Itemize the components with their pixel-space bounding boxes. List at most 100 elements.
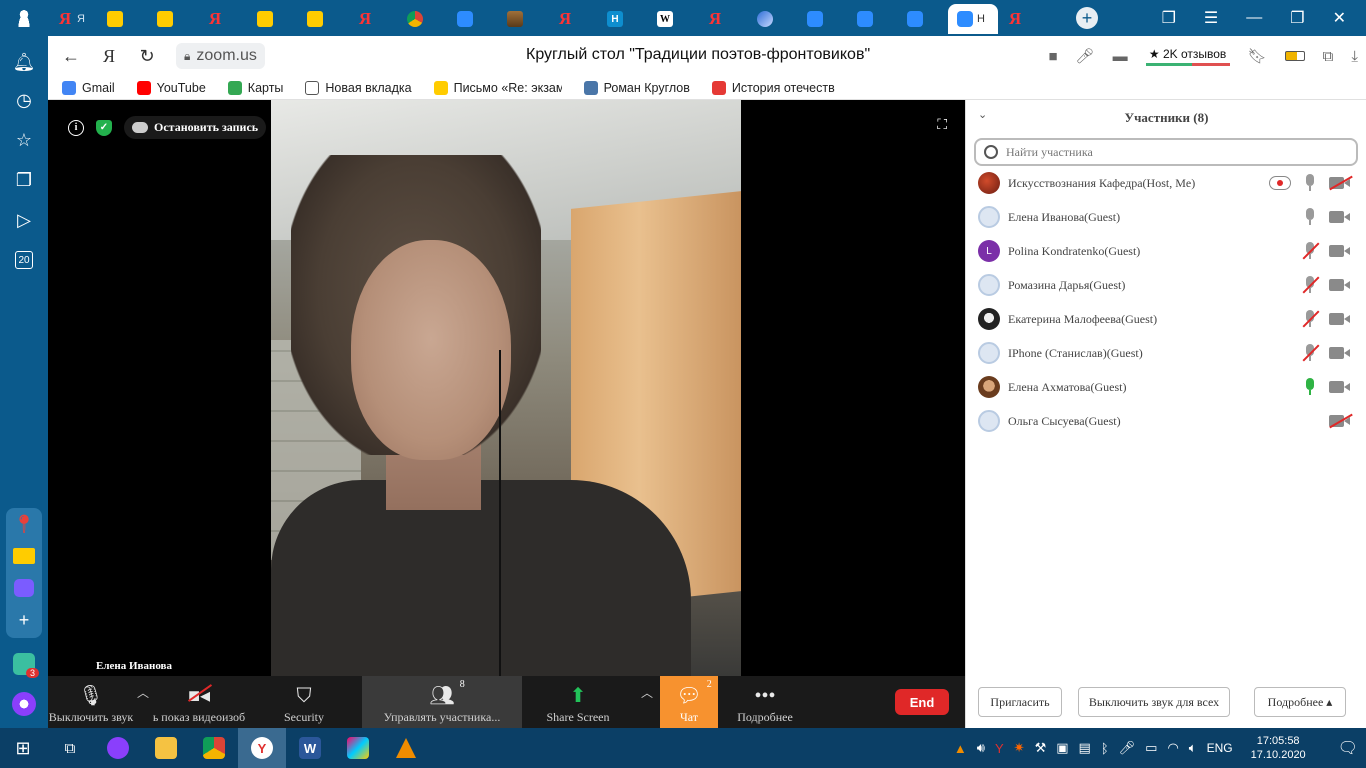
taskbar-vlc[interactable] [382,728,430,768]
mail-app-icon[interactable] [12,544,36,568]
notifications-icon[interactable]: 🗨︎ [1338,738,1358,758]
share-screen-button[interactable]: ⬆ Share Screen [522,676,634,728]
restore-button[interactable]: ❐ [1290,8,1304,28]
volume-tray-icon[interactable]: 🔊︎ [977,740,985,756]
bookmark-item[interactable]: YouTube [136,80,206,95]
participant-row[interactable]: Искусствознания Кафедра(Host, Me) [966,166,1366,200]
battery-tray-icon[interactable]: ▭ [1145,740,1157,756]
avast-tray-icon[interactable]: ✷ [1014,740,1025,756]
mute-button[interactable]: 🎙︎ Выключить звук [48,676,134,728]
share-options-caret[interactable]: ︿ [634,676,660,728]
clock[interactable]: 17:05:58 17.10.2020 [1251,734,1306,762]
browser-tab[interactable]: W [648,4,698,34]
browser-tab[interactable]: Я [348,4,398,34]
bookmark-item[interactable]: Письмо «Re: экзам [433,80,562,95]
browser-tab[interactable]: H [948,4,998,34]
bookmark-item[interactable]: Новая вкладка [305,80,412,95]
history-icon[interactable]: ◷ [12,88,36,112]
taskbar-word[interactable]: W [286,728,334,768]
taskbar-yandex-browser[interactable]: Y [238,728,286,768]
participant-row[interactable]: Ольга Сысуева(Guest) [966,404,1366,438]
mic-permission-icon[interactable]: 🎤︎ [1076,47,1095,65]
browser-tab[interactable]: ЯЯ [48,4,98,34]
browser-tab[interactable] [848,4,898,34]
taskbar-paint[interactable] [334,728,382,768]
close-window-button[interactable]: ✕ [1333,8,1346,28]
alice-icon[interactable] [12,692,36,716]
browser-tab[interactable] [448,4,498,34]
stop-recording-button[interactable]: Остановить запись [124,116,267,139]
participant-row[interactable]: IPhone (Станислав)(Guest) [966,336,1366,370]
browser-tab[interactable]: Я [998,4,1048,34]
bookmark-item[interactable]: Карты [227,80,283,95]
comment-icon[interactable]: ▬ [1113,48,1128,65]
new-tab-button[interactable]: + [1076,7,1098,29]
participants-button[interactable]: 👥︎ 8 Управлять участника... [362,676,522,728]
messenger-icon[interactable] [12,576,36,600]
browser-tab[interactable] [798,4,848,34]
browser-tab[interactable] [148,4,198,34]
wifi-tray-icon[interactable]: ◠ [1167,740,1178,756]
audio-options-caret[interactable]: ︿ [134,676,152,728]
chat-button[interactable]: 💬︎ 2 Чат [660,676,718,728]
browser-tab[interactable] [898,4,948,34]
profile-button[interactable] [0,0,48,36]
browser-tab[interactable] [298,4,348,34]
bookmark-icon[interactable]: 🔖︎ [1248,47,1267,65]
bookmark-item[interactable]: Роман Круглов [583,80,690,95]
vlc-tray-icon[interactable]: ▲ [954,741,967,756]
security-button[interactable]: ⛉ Security [246,676,362,728]
more-options-button[interactable]: Подробнее ▴ [1254,687,1346,717]
bluetooth-tray-icon[interactable]: ᛒ [1101,741,1109,756]
encryption-shield-icon[interactable]: ✓ [96,119,112,136]
fullscreen-icon[interactable]: ⛶ [937,116,947,133]
participant-row[interactable]: L Polina Kondratenko(Guest) [966,234,1366,268]
browser-tab[interactable] [498,4,548,34]
info-icon[interactable]: i [68,119,84,136]
browser-tab[interactable] [98,4,148,34]
download-icon[interactable]: ⤓ [1351,48,1358,65]
camera-permission-icon[interactable]: ■ [1048,48,1057,65]
participant-row[interactable]: Елена Ахматова(Guest) [966,370,1366,404]
browser-tab[interactable] [748,4,798,34]
taskbar-alice[interactable] [94,728,142,768]
yandex-tray-icon[interactable]: Y [995,741,1004,756]
url-field[interactable]: 🔒︎ zoom.us [176,43,265,69]
collections-icon[interactable]: ❐ [12,168,36,192]
menu-icon[interactable]: ☰ [1204,8,1218,28]
browser-tab[interactable] [398,4,448,34]
add-app-icon[interactable]: + [12,608,36,632]
tabs-overview-icon[interactable]: ❐ [1162,8,1176,28]
video-button[interactable]: ■◂ ь показ видеоизоб [152,676,246,728]
language-indicator[interactable]: ENG [1207,741,1233,755]
browser-tab[interactable]: Я [548,4,598,34]
participant-search-input[interactable] [1006,144,1326,160]
taskbar-explorer[interactable] [142,728,190,768]
browser-tab[interactable]: Я [198,4,248,34]
star-icon[interactable]: ☆ [12,128,36,152]
start-button[interactable]: ⊞ [0,728,46,768]
bookmark-item[interactable]: Gmail [62,80,115,95]
zen-badge[interactable]: 20 [12,248,36,272]
speaker-tray-icon[interactable]: 🔈︎ [1189,740,1197,756]
reviews-widget[interactable]: ★ 2K отзывов [1145,47,1230,66]
extensions-icon[interactable]: ⧉ [1323,48,1334,65]
back-button[interactable]: ← [56,41,86,71]
minimize-button[interactable]: — [1246,9,1262,27]
map-pin-icon[interactable]: 📍︎ [12,512,36,536]
mic-tray-icon[interactable]: 🎤︎ [1119,740,1136,756]
participant-row[interactable]: Ромазина Дарья(Guest) [966,268,1366,302]
participant-row[interactable]: Елена Иванова(Guest) [966,200,1366,234]
yandex-button[interactable]: Я [94,41,124,71]
taskbar-chrome[interactable] [190,728,238,768]
browser-tab[interactable]: H [598,4,648,34]
display-tray-icon[interactable]: ▣ [1056,740,1068,756]
mute-all-button[interactable]: Выключить звук для всех [1078,687,1230,717]
keyboard-tray-icon[interactable]: ▤ [1079,740,1091,756]
bell-icon[interactable]: 🔔︎ [12,50,36,74]
participant-row[interactable]: Екатерина Малофеева(Guest) [966,302,1366,336]
browser-tab[interactable] [248,4,298,34]
tool-tray-icon[interactable]: ⚒ [1035,740,1047,756]
bookmark-item[interactable]: История отечеств [711,80,835,95]
task-view-button[interactable]: ⧉ [46,728,94,768]
